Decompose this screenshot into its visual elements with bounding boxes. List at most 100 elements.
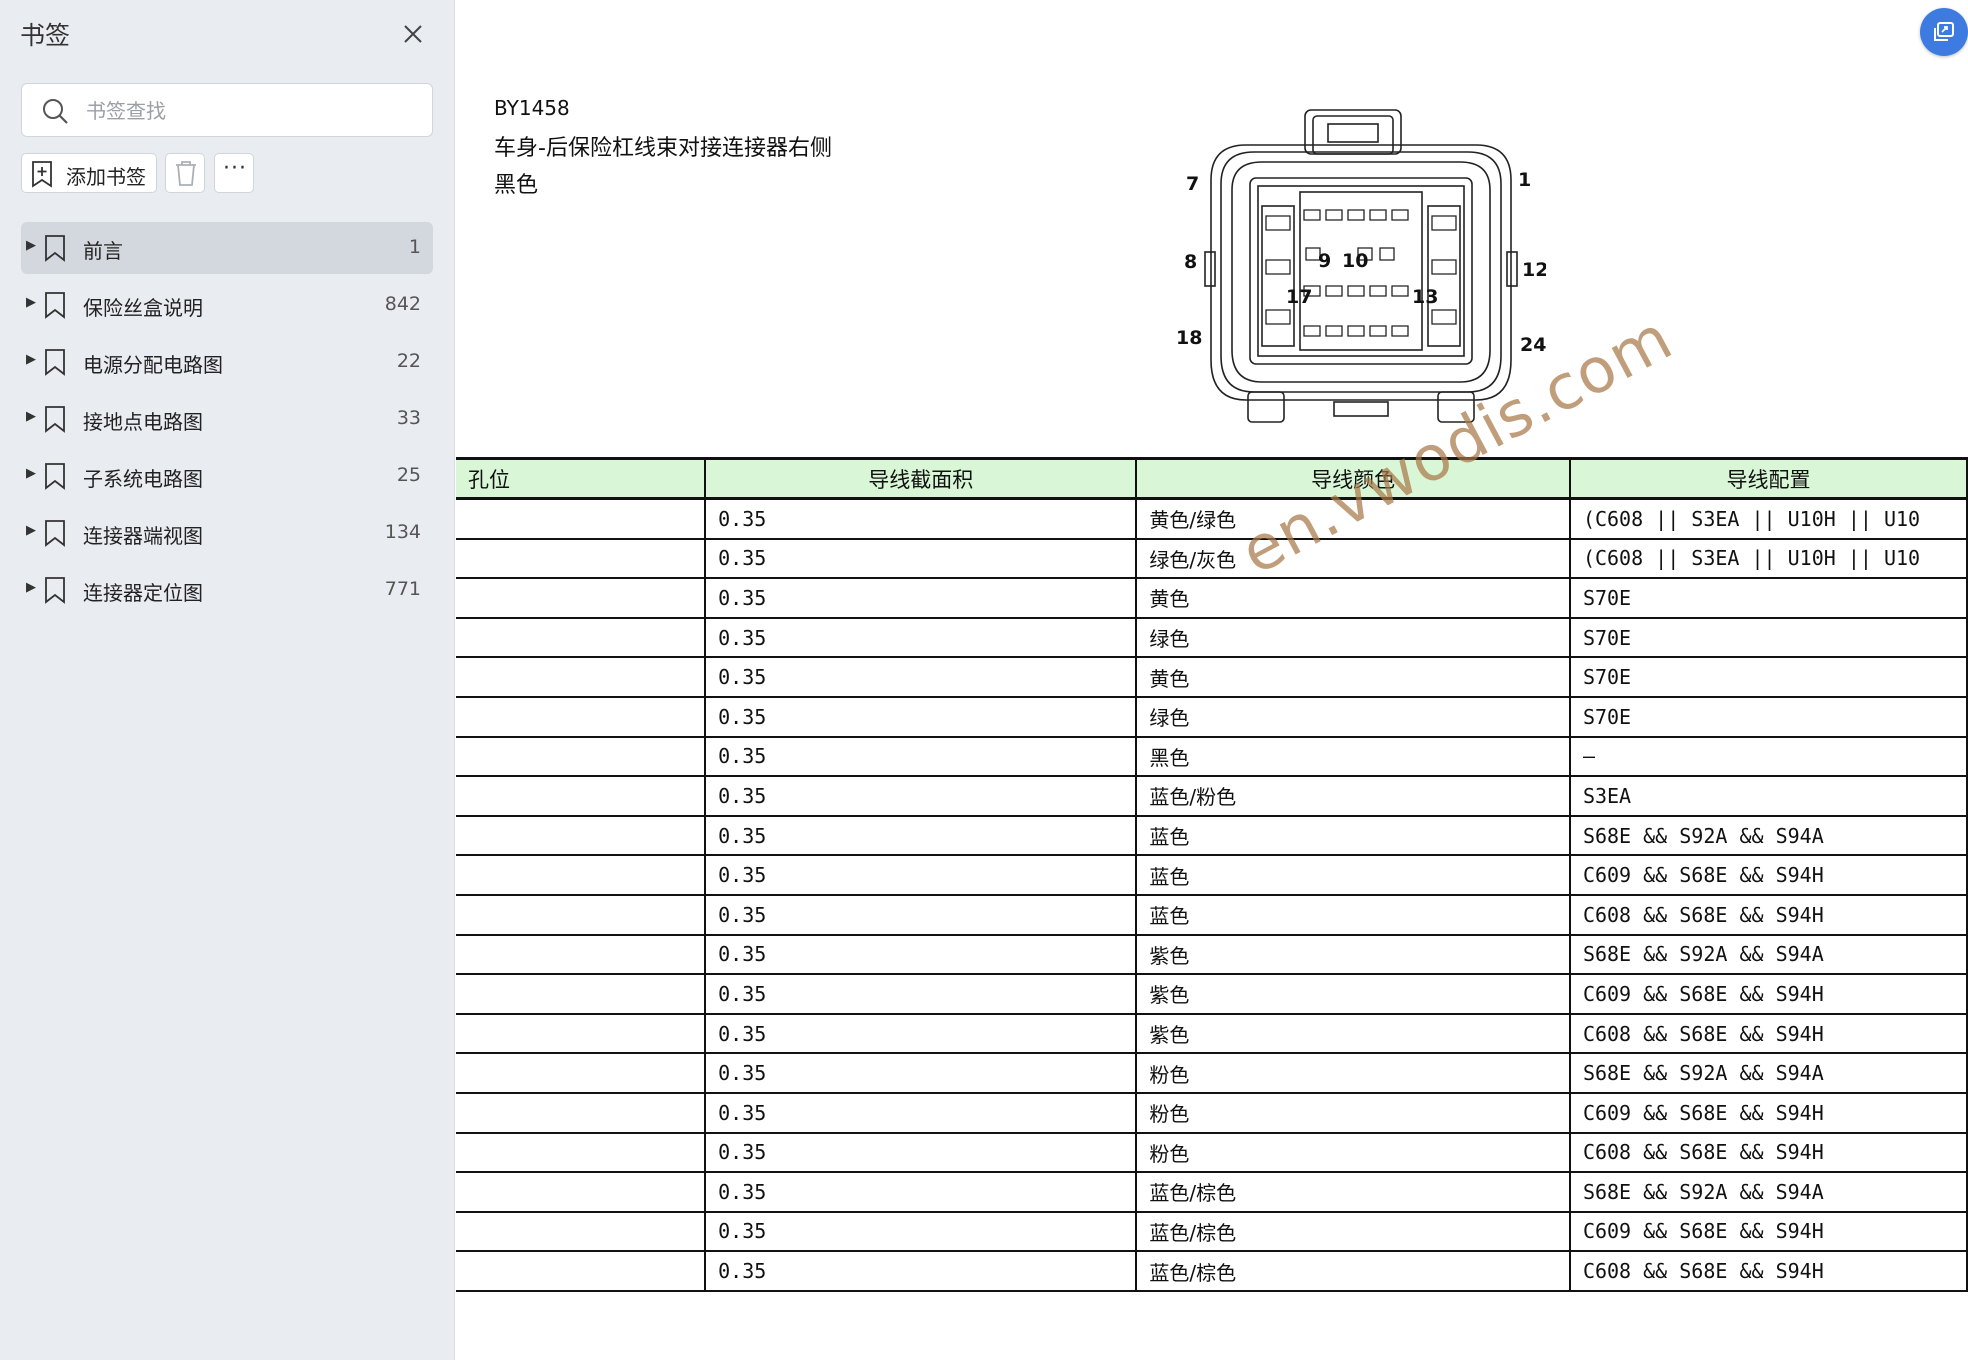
table-row: 0.35 蓝色 C609 && S68E && S94H <box>456 855 1968 896</box>
cell-area: 0.35 <box>705 617 1138 659</box>
bookmark-label: 子系统电路图 <box>83 467 203 491</box>
cell-area: 0.35 <box>705 578 1138 619</box>
bookmark-icon <box>45 463 65 490</box>
triangle-right-icon[interactable]: ▶ <box>26 352 36 367</box>
pin-label: 18 <box>1176 327 1202 349</box>
triangle-right-icon[interactable]: ▶ <box>26 466 36 481</box>
bookmark-label: 连接器端视图 <box>83 524 203 548</box>
cell-area: 0.35 <box>705 1172 1138 1213</box>
delete-bookmark-button[interactable] <box>165 153 205 193</box>
cell-color: 绿色/灰色 <box>1136 538 1571 580</box>
cell-config: C609 && S68E && S94H <box>1569 855 1968 896</box>
bookmark-page: 22 <box>396 350 421 372</box>
close-sidebar-button[interactable] <box>398 19 428 49</box>
cell-config: S70E <box>1569 578 1968 619</box>
table-row: 0.35 蓝色/棕色 C608 && S68E && S94H <box>456 1251 1968 1292</box>
pin-label: 24 <box>1520 334 1546 356</box>
floating-window-button[interactable] <box>1920 8 1968 56</box>
cell-area: 0.35 <box>705 1053 1138 1094</box>
bookmark-page: 33 <box>396 407 421 429</box>
triangle-right-icon[interactable]: ▶ <box>26 523 36 538</box>
bookmark-item-connector-locations[interactable]: ▶ 连接器定位图 771 <box>21 564 433 616</box>
pin-label: 7 <box>1186 173 1199 195</box>
pin-label: 12 <box>1522 259 1546 281</box>
table-row: 0.35 紫色 C609 && S68E && S94H <box>456 974 1968 1015</box>
cell-color: 粉色 <box>1136 1132 1571 1174</box>
triangle-right-icon[interactable]: ▶ <box>26 580 36 595</box>
bookmark-item-ground-points[interactable]: ▶ 接地点电路图 33 <box>21 393 433 445</box>
bookmark-item-connector-views[interactable]: ▶ 连接器端视图 134 <box>21 507 433 559</box>
cell-color: 粉色 <box>1136 1053 1571 1094</box>
cell-config: C608 && S68E && S94H <box>1569 1251 1968 1292</box>
cell-color: 蓝色 <box>1136 855 1571 896</box>
cell-area: 0.35 <box>705 696 1138 738</box>
bookmark-label: 电源分配电路图 <box>83 353 223 377</box>
table-row: 0.35 紫色 C608 && S68E && S94H <box>456 1013 1968 1055</box>
cell-area: 0.35 <box>705 894 1138 936</box>
connector-diagram: 7 1 8 9 10 12 17 13 18 24 <box>1176 109 1546 423</box>
bookmark-sidebar: 书签 添加书签 ··· ▶ 前言 <box>0 0 455 1360</box>
cell-color: 绿色 <box>1136 696 1571 738</box>
bookmark-list: ▶ 前言 1 ▶ 保险丝盒说明 842 ▶ 电源分配电路图 22 ▶ 接地点电路… <box>21 222 433 621</box>
cell-config: S68E && S92A && S94A <box>1569 934 1968 976</box>
cell-hole <box>456 1013 707 1055</box>
bookmark-icon <box>45 349 65 376</box>
cell-hole <box>456 1092 707 1134</box>
cell-config: S68E && S92A && S94A <box>1569 815 1968 857</box>
table-row: 0.35 黄色/绿色 (C608 || S3EA || U10H || U10 <box>456 498 1968 540</box>
sidebar-title: 书签 <box>20 21 71 50</box>
pin-label: 1 <box>1518 169 1531 191</box>
connector-description: 车身-后保险杠线束对接连接器右侧 <box>494 136 832 161</box>
bookmark-item-subsystem[interactable]: ▶ 子系统电路图 25 <box>21 450 433 502</box>
table-row: 0.35 黄色 S70E <box>456 657 1968 698</box>
cell-hole <box>456 657 707 698</box>
table-row: 0.35 蓝色 C608 && S68E && S94H <box>456 894 1968 936</box>
table-row: 0.35 绿色 S70E <box>456 617 1968 659</box>
document-view[interactable]: BY1458 车身-后保险杠线束对接连接器右侧 黑色 7 1 8 9 10 12… <box>456 0 1968 1360</box>
bookmark-search-box[interactable] <box>21 83 433 137</box>
bookmark-item-preface[interactable]: ▶ 前言 1 <box>21 222 433 274</box>
cell-color: 蓝色 <box>1136 815 1571 857</box>
add-bookmark-button[interactable]: 添加书签 <box>21 153 157 193</box>
cell-hole <box>456 1053 707 1094</box>
cell-color: 蓝色/粉色 <box>1136 776 1571 817</box>
more-options-button[interactable]: ··· <box>214 153 254 193</box>
cell-hole <box>456 934 707 976</box>
cell-hole <box>456 736 707 778</box>
bookmark-page: 1 <box>408 236 421 258</box>
triangle-right-icon[interactable]: ▶ <box>26 238 36 253</box>
header-wire-area: 导线截面积 <box>705 457 1138 500</box>
table-row: 0.35 粉色 C608 && S68E && S94H <box>456 1132 1968 1174</box>
cell-config: – <box>1569 736 1968 778</box>
cell-hole <box>456 974 707 1015</box>
trash-icon <box>176 161 196 186</box>
table-row: 0.35 绿色 S70E <box>456 696 1968 738</box>
triangle-right-icon[interactable]: ▶ <box>26 409 36 424</box>
header-hole: 孔位 <box>456 457 707 500</box>
cell-hole <box>456 1172 707 1213</box>
cell-color: 黑色 <box>1136 736 1571 778</box>
pin-label: 9 <box>1318 250 1331 272</box>
bookmark-item-power-distribution[interactable]: ▶ 电源分配电路图 22 <box>21 336 433 388</box>
cell-config: C608 && S68E && S94H <box>1569 894 1968 936</box>
cell-hole <box>456 696 707 738</box>
cell-area: 0.35 <box>705 498 1138 540</box>
bookmark-item-fuse-box[interactable]: ▶ 保险丝盒说明 842 <box>21 279 433 331</box>
cell-color: 黄色 <box>1136 657 1571 698</box>
cell-config: S70E <box>1569 696 1968 738</box>
triangle-right-icon[interactable]: ▶ <box>26 295 36 310</box>
bookmark-page: 842 <box>384 293 421 315</box>
cell-hole <box>456 855 707 896</box>
bookmark-search-input[interactable] <box>84 92 418 130</box>
bookmark-page: 25 <box>396 464 421 486</box>
table-row: 0.35 紫色 S68E && S92A && S94A <box>456 934 1968 976</box>
bookmark-icon <box>45 577 65 604</box>
connector-id: BY1458 <box>494 96 570 120</box>
table-row: 0.35 蓝色/棕色 S68E && S92A && S94A <box>456 1172 1968 1213</box>
table-row: 0.35 蓝色 S68E && S92A && S94A <box>456 815 1968 857</box>
cell-hole <box>456 815 707 857</box>
table-row: 0.35 粉色 C609 && S68E && S94H <box>456 1092 1968 1134</box>
cell-config: S68E && S92A && S94A <box>1569 1053 1968 1094</box>
cell-config: C608 && S68E && S94H <box>1569 1013 1968 1055</box>
cell-area: 0.35 <box>705 1092 1138 1134</box>
